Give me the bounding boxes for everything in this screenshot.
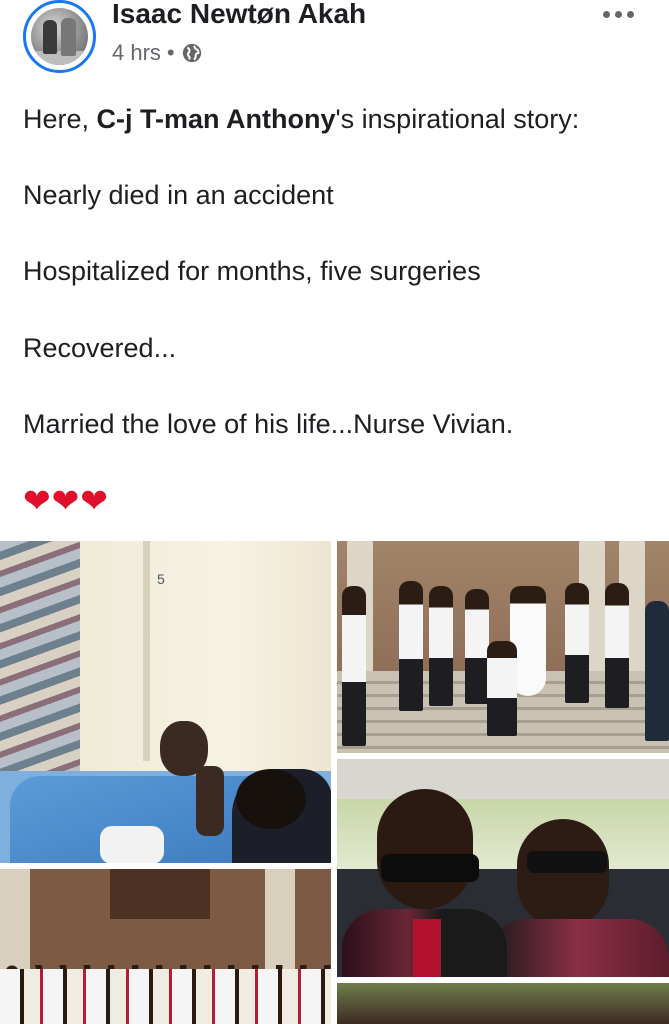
intro-prefix: Here, [23,104,97,134]
post-line-married: Married the love of his life...Nurse Viv… [23,409,514,439]
tagged-person-link[interactable]: C-j T-man Anthony [97,104,336,134]
photo-hospital[interactable]: 5 [0,541,331,863]
post-meta: 4 hrs • [112,40,203,66]
photo-wedding-party[interactable] [337,541,669,753]
post-line-intro: Here, C-j T-man Anthony's inspirational … [23,100,579,138]
heart-emojis: ❤❤❤ [23,481,109,520]
meta-separator: • [166,40,175,65]
photo-partial[interactable] [337,983,669,1024]
more-options-icon[interactable] [598,4,638,24]
author-avatar[interactable] [23,0,96,73]
post-line-accident: Nearly died in an accident [23,180,334,210]
avatar-photo [31,8,88,65]
author-name[interactable]: Isaac Newtøn Akah [112,0,366,30]
post-header: Isaac Newtøn Akah 4 hrs • [0,0,669,80]
room-number-sign: 5 [155,571,167,587]
intro-suffix: 's inspirational story: [335,104,580,134]
post-line-recovered: Recovered... [23,333,177,363]
post-timestamp[interactable]: 4 hrs [112,40,161,66]
globe-icon[interactable] [181,42,203,64]
post-line-hospitalized: Hospitalized for months, five surgeries [23,256,481,286]
photo-group-church[interactable] [0,869,331,1024]
photo-car-selfie[interactable] [337,759,669,977]
